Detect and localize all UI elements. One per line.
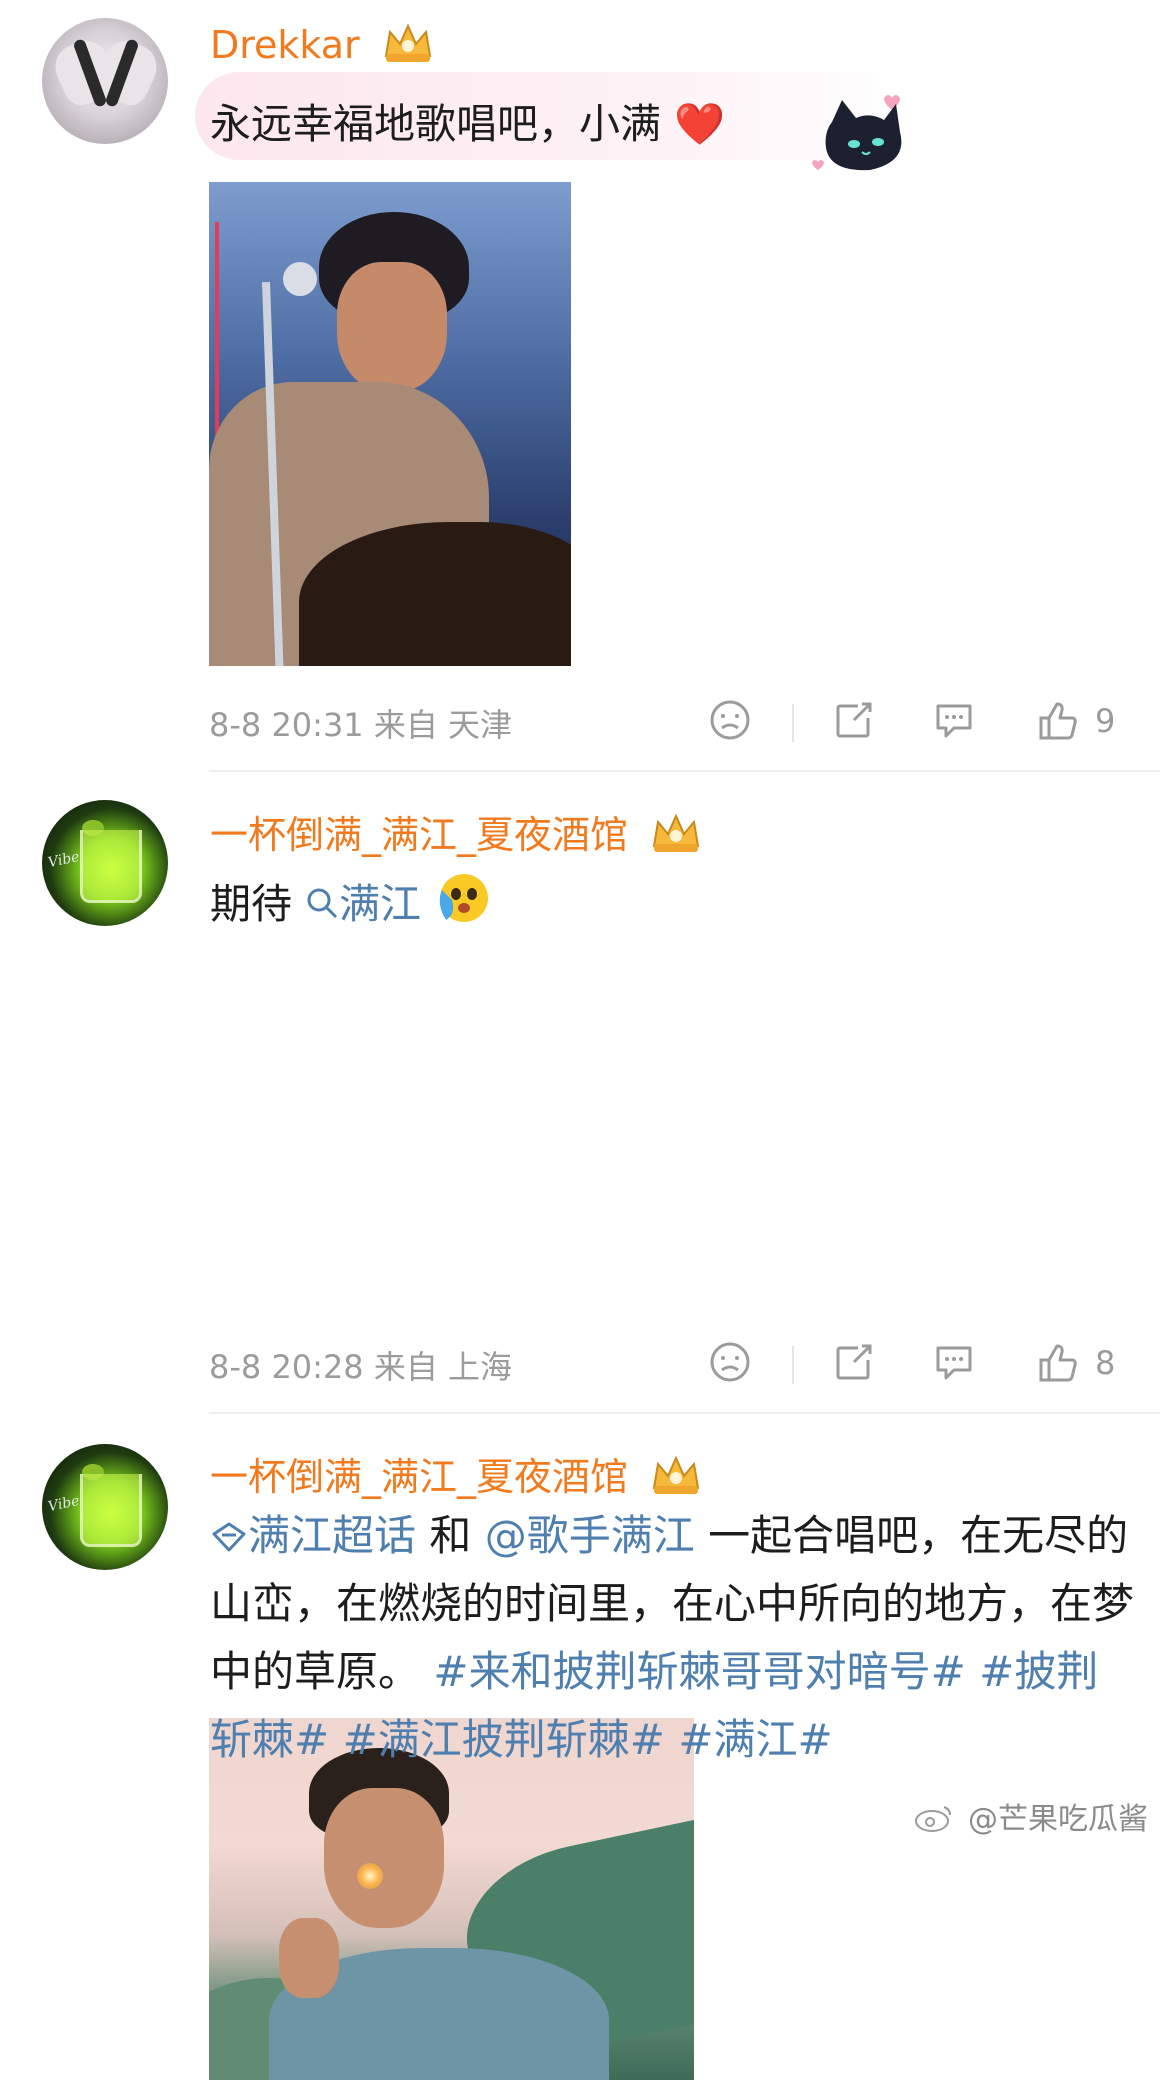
mention-link[interactable]: @歌手满江 (485, 1511, 695, 1560)
weibo-logo-icon (914, 1802, 964, 1837)
dislike-button[interactable] (708, 1340, 752, 1388)
crown-icon (650, 1454, 702, 1505)
avatar[interactable]: Vibe (42, 1444, 168, 1570)
comment-text: 永远幸福地歌唱吧，小满 ❤️ (210, 90, 725, 150)
avatar[interactable] (42, 18, 168, 144)
crown-icon (382, 22, 434, 73)
username[interactable]: 一杯倒满_满江_夏夜酒馆 (210, 804, 702, 863)
heart-emoji: ❤️ (674, 100, 726, 148)
comment-image[interactable] (209, 182, 571, 666)
like-button[interactable] (1035, 1340, 1081, 1390)
username[interactable]: Drekkar (210, 22, 434, 73)
supertopic-text[interactable]: 满江超话 (248, 1511, 416, 1560)
hashtag-link[interactable]: #满江# (678, 1715, 832, 1764)
comment-icon (936, 1346, 972, 1380)
like-icon (1039, 1344, 1077, 1382)
comment-meta: 8-8 20:28 来自 上海 (209, 1348, 513, 1386)
watermark: @芒果吃瓜酱 (914, 1794, 1148, 1838)
share-icon (836, 702, 872, 738)
dislike-button[interactable] (708, 698, 752, 746)
hashtag-link[interactable]: #满江披荆斩棘# (343, 1715, 665, 1764)
divider (792, 1346, 794, 1384)
black-cat-sticker-icon (812, 92, 912, 182)
crown-icon (650, 812, 702, 863)
share-button[interactable] (832, 698, 876, 746)
share-button[interactable] (832, 1340, 876, 1388)
search-link[interactable]: 满江 (305, 880, 434, 928)
comment-item: Vibe 一杯倒满_满江_夏夜酒馆 满江超话 和 @歌手满江 一起合唱吧，在无尽… (0, 1414, 1170, 1846)
comment-icon (936, 704, 972, 738)
search-link-text[interactable]: 满江 (339, 880, 421, 928)
comment-button[interactable] (932, 698, 976, 746)
avatar[interactable]: Vibe (42, 800, 168, 926)
divider (792, 704, 794, 742)
supertopic-link[interactable]: 满江超话 (210, 1511, 429, 1560)
like-count: 8 (1095, 1344, 1116, 1382)
hashtag-link[interactable]: #来和披荆斩棘哥哥对暗号# (433, 1647, 965, 1696)
crying-emoji-icon (434, 870, 490, 936)
share-icon (836, 1344, 872, 1380)
comment-text: 期待 满江 (210, 870, 490, 936)
username-text[interactable]: 一杯倒满_满江_夏夜酒馆 (210, 1455, 628, 1499)
comment-body: 永远幸福地歌唱吧，小满 (210, 100, 661, 148)
comment-body: 期待 (210, 880, 292, 928)
action-bar: 9 (700, 698, 1130, 748)
comment-button[interactable] (932, 1340, 976, 1388)
dislike-icon (710, 1342, 750, 1382)
username-text[interactable]: 一杯倒满_满江_夏夜酒馆 (210, 813, 628, 857)
comment-item: Vibe 一杯倒满_满江_夏夜酒馆 期待 满江 8-8 20:28 来自 上海 … (0, 772, 1170, 2080)
search-icon (307, 888, 338, 919)
action-bar: 8 (700, 1340, 1130, 1390)
username-text[interactable]: Drekkar (210, 23, 360, 67)
username[interactable]: 一杯倒满_满江_夏夜酒馆 (210, 1446, 702, 1505)
like-count: 9 (1095, 702, 1116, 740)
watermark-text: @芒果吃瓜酱 (968, 1802, 1148, 1837)
comment-item: Drekkar 永远幸福地歌唱吧，小满 ❤️ 8-8 20:31 来自 天津 9 (0, 0, 1170, 772)
like-icon (1039, 702, 1077, 740)
text-fragment: 和 (429, 1511, 485, 1560)
comment-text: 满江超话 和 @歌手满江 一起合唱吧，在无尽的山峦，在燃烧的时间里，在心中所向的… (210, 1502, 1140, 1774)
supertopic-icon (212, 1522, 246, 1552)
like-button[interactable] (1035, 698, 1081, 748)
comment-meta: 8-8 20:31 来自 天津 (209, 706, 513, 744)
dislike-icon (710, 700, 750, 740)
